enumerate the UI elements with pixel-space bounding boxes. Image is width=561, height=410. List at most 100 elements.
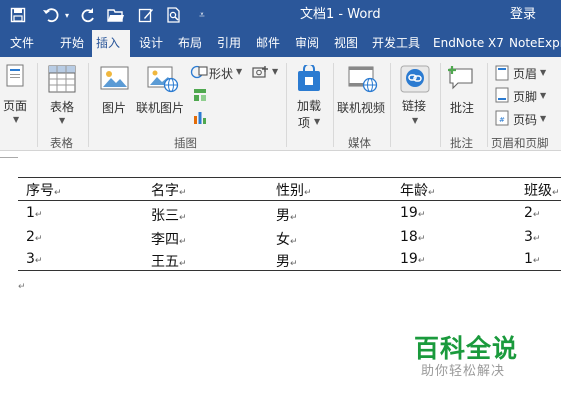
table-cell[interactable]: 男↵ [276,205,298,225]
shapes-label: 形状 [209,67,234,81]
page-number-icon: # [495,110,509,126]
tab-references[interactable]: 引用 [217,30,241,57]
table-cell[interactable]: 3↵ [524,229,540,245]
tab-home[interactable]: 开始 [60,30,84,57]
paragraph-mark: ↵ [552,188,560,198]
table-header-cell[interactable]: 性别↵ [276,180,312,200]
table-header-cell[interactable]: 年龄↵ [400,180,436,200]
open-icon[interactable] [106,5,126,25]
paragraph-mark: ↵ [417,234,426,244]
group-separator [286,63,287,147]
tab-design[interactable]: 设计 [139,30,163,57]
table-cell[interactable]: 1↵ [26,205,42,221]
save-icon[interactable] [8,5,28,25]
pages-dropdown-icon: ▼ [13,115,20,124]
ribbon-tabs: 文件 开始 插入 设计 布局 引用 邮件 审阅 视图 开发工具 EndNote … [0,30,561,57]
shapes-icon [190,64,208,80]
tab-view[interactable]: 视图 [334,30,358,57]
table-icon [48,65,76,93]
table-cell[interactable]: 1↵ [524,251,540,267]
paragraph-mark: ↵ [179,213,187,223]
table-cell[interactable]: 男↵ [276,251,298,271]
table-header-cell[interactable]: 名字↵ [151,180,187,200]
paragraph-mark: ↵ [290,237,298,247]
paragraph-mark: ↵ [18,282,26,292]
table-cell[interactable]: 3↵ [26,251,42,267]
paragraph-mark: ↵ [34,256,43,266]
link-icon [400,65,430,93]
tab-endnote[interactable]: EndNote X7 [433,30,504,57]
group-separator [333,63,334,147]
paragraph-mark: ↵ [290,213,298,223]
addins-label-line2: 项 [298,116,311,130]
online-picture-label: 联机图片 [136,101,185,115]
customize-icon[interactable]: ⩡ [196,5,208,25]
table-cell[interactable]: 2↵ [26,229,42,245]
tab-noteexpress[interactable]: NoteExpre [509,30,561,57]
tab-layout[interactable]: 布局 [178,30,202,57]
watermark-slogan: 助你轻松解决 [421,364,506,379]
screenshot-icon [252,64,270,80]
footer-icon [495,87,509,103]
undo-icon[interactable] [40,5,62,25]
paragraph-mark: ↵ [532,256,541,266]
paragraph-mark: ↵ [179,188,187,198]
table-cell[interactable]: 李四↵ [151,229,187,249]
redo-icon[interactable] [78,5,98,25]
paragraph-mark: ↵ [179,237,187,247]
page-number-label: 页码 [513,113,538,127]
paragraph-mark: ↵ [428,188,436,198]
links-dropdown-icon: ▼ [412,116,419,125]
group-separator [37,63,38,147]
group-separator [88,63,89,147]
smartart-icon [192,87,208,103]
title-bar: ▾ ⩡ 文档1 - Word 登录 [0,0,561,30]
links-label: 链接 [402,99,427,113]
table-header-border [18,200,561,201]
paragraph-mark: ↵ [34,210,43,220]
paragraph-mark: ↵ [417,256,426,266]
addins-label-line1: 加载 [297,99,322,113]
pages-label: 页面 [3,99,28,113]
comment-label: 批注 [450,101,475,115]
tab-review[interactable]: 审阅 [295,30,319,57]
pages-icon [4,63,28,89]
tab-file[interactable]: 文件 [10,30,34,57]
addins-dropdown-icon: ▼ [314,117,321,126]
document-title: 文档1 - Word [300,7,381,22]
margin-marker [0,157,18,158]
online-video-label: 联机视频 [337,101,386,115]
group-label-illustrations: 插图 [174,136,197,150]
table-header-cell[interactable]: 序号↵ [26,180,62,200]
paragraph-mark: ↵ [54,188,62,198]
table-cell[interactable]: 王五↵ [151,251,187,271]
edit-icon[interactable] [136,5,156,25]
table-cell[interactable]: 18↵ [400,229,425,245]
table-cell[interactable]: 19↵ [400,251,425,267]
paragraph-mark: ↵ [179,259,187,269]
online-picture-icon [147,65,179,93]
table-dropdown-icon: ▼ [59,116,66,125]
table-label: 表格 [50,100,75,114]
tab-developer[interactable]: 开发工具 [372,30,420,57]
table-cell[interactable]: 19↵ [400,205,425,221]
paragraph-mark: ↵ [417,210,426,220]
undo-dropdown-icon[interactable]: ▾ [62,5,72,25]
paragraph-mark: ↵ [304,188,312,198]
tab-insert[interactable]: 插入 [92,30,130,57]
tab-mailings[interactable]: 邮件 [256,30,280,57]
chart-icon [192,109,208,125]
footer-label: 页脚 [513,90,538,104]
header-icon [495,65,509,81]
login-link[interactable]: 登录 [510,0,536,30]
table-cell[interactable]: 女↵ [276,229,298,249]
paragraph-mark: ↵ [532,234,541,244]
group-label-table: 表格 [50,136,73,150]
table-cell[interactable]: 张三↵ [151,205,187,225]
table-header-cell[interactable]: 班级↵ [524,180,560,200]
table-cell[interactable]: 2↵ [524,205,540,221]
group-separator [440,63,441,147]
footer-dropdown-icon: ▼ [540,91,547,100]
online-video-icon [348,65,378,93]
print-preview-icon[interactable] [164,5,184,25]
